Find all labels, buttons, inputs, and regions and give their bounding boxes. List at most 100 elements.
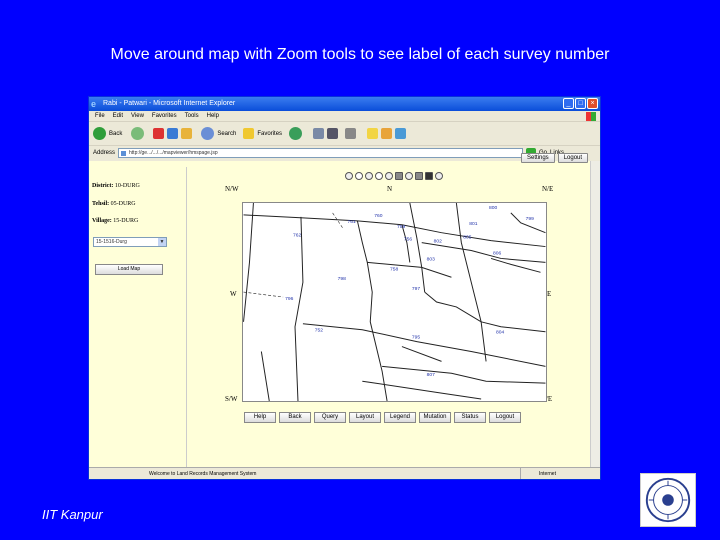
survey-label-799: 799: [526, 216, 534, 222]
survey-label-807: 807: [427, 372, 435, 378]
forward-arrow-icon[interactable]: [131, 127, 145, 140]
menu-help[interactable]: Help: [207, 111, 219, 121]
survey-label-800: 800: [489, 205, 497, 211]
page-content: Settings Logout District: 10-DURG Tehsil…: [89, 153, 600, 467]
district-value: 10-DURG: [114, 183, 140, 189]
back-arrow-icon[interactable]: [93, 127, 106, 140]
tehsil-value: 05-DURG: [110, 201, 136, 207]
survey-label-752: 752: [315, 328, 323, 334]
map-panel: N/W N N/E W E S/W S S/E: [186, 167, 590, 467]
zoom-in-icon[interactable]: [355, 172, 363, 180]
stop-icon[interactable]: [153, 128, 165, 139]
vertical-scrollbar[interactable]: [590, 161, 600, 467]
menu-view[interactable]: View: [131, 111, 144, 121]
security-zone: Internet: [520, 468, 590, 479]
tehsil-row: Tehsil: 05-DURG: [92, 201, 136, 207]
dir-ne[interactable]: N/E: [542, 185, 553, 193]
status-text: Welcome to Land Records Management Syste…: [149, 471, 257, 477]
survey-map-canvas[interactable]: 761 760 762 759 756 758 798 797 796 752 …: [243, 203, 546, 401]
layout-button[interactable]: Layout: [349, 412, 381, 423]
top-logout-button[interactable]: Logout: [557, 153, 589, 163]
survey-label-796: 796: [285, 296, 293, 302]
history-icon[interactable]: [289, 127, 303, 140]
address-input[interactable]: http://ge.../.../.../mapviewer/hmspage.j…: [118, 148, 524, 158]
select-radio-icon[interactable]: [345, 172, 353, 180]
survey-label-797: 797: [412, 286, 420, 292]
dir-e[interactable]: E: [547, 290, 551, 298]
survey-label-806: 806: [493, 250, 501, 256]
survey-label-762: 762: [293, 233, 301, 239]
dir-nw[interactable]: N/W: [225, 185, 239, 193]
edit-icon[interactable]: [345, 128, 357, 139]
minimize-button[interactable]: _: [563, 98, 574, 109]
folder-icon[interactable]: [367, 128, 379, 139]
search-button-label[interactable]: Search: [217, 131, 236, 137]
menu-favorites[interactable]: Favorites: [152, 111, 177, 121]
maximize-button[interactable]: □: [575, 98, 586, 109]
refresh-icon[interactable]: [167, 128, 179, 139]
query-button[interactable]: Query: [314, 412, 346, 423]
windows-flag-icon: [586, 112, 596, 121]
survey-label-795: 795: [412, 335, 420, 341]
district-label: District:: [92, 183, 114, 189]
zoom-tools: [345, 172, 443, 180]
village-label: Village:: [92, 218, 112, 224]
village-select[interactable]: 15-1516-Durg ▼: [93, 237, 167, 247]
close-button[interactable]: ×: [587, 98, 598, 109]
messenger-icon[interactable]: [381, 128, 393, 139]
menu-file[interactable]: File: [95, 111, 105, 121]
village-row: Village: 15-DURG: [92, 218, 138, 224]
favorites-button-label[interactable]: Favorites: [257, 131, 282, 137]
cadastral-map[interactable]: 761 760 762 759 756 758 798 797 796 752 …: [242, 202, 547, 402]
survey-label-760: 760: [374, 213, 382, 219]
print-map-icon[interactable]: [415, 172, 423, 180]
search-icon[interactable]: [201, 127, 215, 140]
survey-label-798: 798: [338, 276, 346, 282]
status-bar: Welcome to Land Records Management Syste…: [89, 467, 600, 479]
menu-tools[interactable]: Tools: [185, 111, 199, 121]
map-logout-button[interactable]: Logout: [489, 412, 521, 423]
survey-label-756: 756: [404, 237, 412, 243]
refresh-radio-icon[interactable]: [435, 172, 443, 180]
discuss-icon[interactable]: [395, 128, 407, 139]
slide-title: Move around map with Zoom tools to see l…: [110, 46, 610, 63]
dir-w[interactable]: W: [230, 290, 237, 298]
survey-label-759: 759: [397, 224, 405, 230]
survey-label-805: 805: [463, 235, 471, 241]
load-map-button[interactable]: Load Map: [95, 264, 163, 275]
iit-kanpur-seal-icon: [640, 473, 696, 527]
window-title: Rabi - Patwari - Microsoft Internet Expl…: [103, 100, 236, 107]
back-button[interactable]: Back: [279, 412, 311, 423]
chevron-down-icon[interactable]: ▼: [158, 238, 166, 246]
dir-n[interactable]: N: [387, 185, 392, 193]
zoom-out-icon[interactable]: [375, 172, 383, 180]
menu-edit[interactable]: Edit: [113, 111, 123, 121]
ie-logo-icon: e: [91, 99, 97, 109]
back-button-label[interactable]: Back: [109, 131, 122, 137]
pan-hand-icon[interactable]: [395, 172, 403, 180]
identify-icon[interactable]: [425, 172, 433, 180]
survey-label-804: 804: [496, 330, 504, 336]
legend-button[interactable]: Legend: [384, 412, 416, 423]
info-radio-icon[interactable]: [405, 172, 413, 180]
mail-icon[interactable]: [313, 128, 325, 139]
pan-radio-icon[interactable]: [385, 172, 393, 180]
settings-button[interactable]: Settings: [521, 153, 555, 163]
zoom-radio-icon[interactable]: [365, 172, 373, 180]
location-sidebar: District: 10-DURG Tehsil: 05-DURG Villag…: [89, 161, 185, 467]
home-icon[interactable]: [181, 128, 193, 139]
browser-window: e Rabi - Patwari - Microsoft Internet Ex…: [88, 96, 601, 480]
map-button-bar: Help Back Query Layout Legend Mutation S…: [244, 412, 521, 423]
slide-footer: IIT Kanpur: [42, 507, 103, 522]
print-icon[interactable]: [327, 128, 339, 139]
dir-sw[interactable]: S/W: [225, 395, 237, 403]
survey-label-801: 801: [469, 221, 477, 227]
tehsil-label: Tehsil:: [92, 201, 110, 207]
favorites-star-icon[interactable]: [243, 128, 255, 139]
survey-label-758: 758: [390, 266, 398, 272]
mutation-button[interactable]: Mutation: [419, 412, 451, 423]
address-label: Address: [93, 150, 116, 156]
help-button[interactable]: Help: [244, 412, 276, 423]
status-button[interactable]: Status: [454, 412, 486, 423]
district-row: District: 10-DURG: [92, 183, 140, 189]
